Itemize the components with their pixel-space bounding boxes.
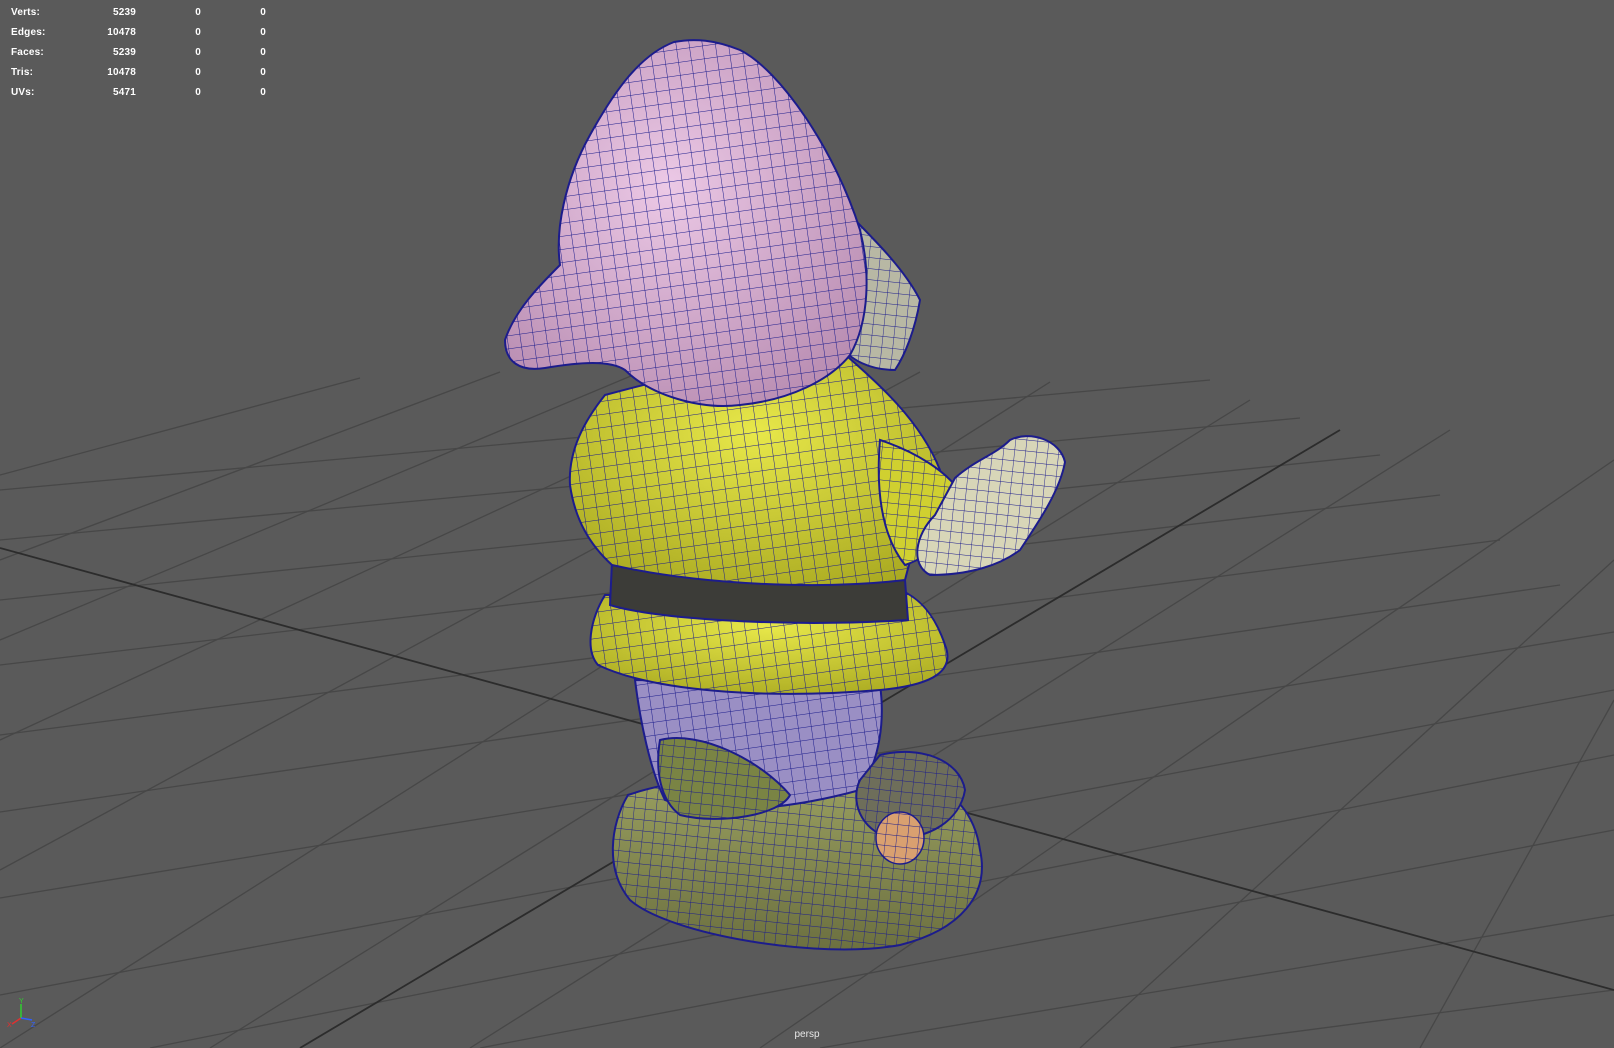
maya-perspective-viewport[interactable]: Verts: 5239 0 0 Edges: 10478 0 0 Faces: …: [0, 0, 1614, 1048]
hud-value: 0: [195, 46, 201, 58]
scene-canvas[interactable]: [0, 0, 1614, 1048]
poly-count-hud: Verts: 5239 0 0 Edges: 10478 0 0 Faces: …: [11, 2, 266, 102]
gnome-model: [503, 39, 1067, 951]
hud-label: Tris:: [11, 66, 34, 78]
hud-label: Verts:: [11, 6, 40, 18]
hud-value: 5239: [112, 6, 136, 18]
hud-label: Faces:: [11, 46, 44, 58]
hud-value: 0: [260, 86, 266, 98]
hud-value: 0: [260, 46, 266, 58]
hud-row-edges: Edges: 10478 0 0: [11, 22, 266, 42]
camera-name-label: persp: [794, 1029, 820, 1040]
hud-value: 0: [195, 26, 201, 38]
hud-value: 5239: [112, 46, 136, 58]
hud-row-uvs: UVs: 5471 0 0: [11, 82, 266, 102]
hud-label: UVs:: [11, 86, 35, 98]
axis-z-line: [20, 1017, 33, 1021]
hud-value: 5471: [112, 86, 136, 98]
hud-row-faces: Faces: 5239 0 0: [11, 42, 266, 62]
hud-row-tris: Tris: 10478 0 0: [11, 62, 266, 82]
hud-value: 0: [260, 26, 266, 38]
axis-z-label: Z: [31, 1022, 36, 1028]
hud-value: 0: [260, 66, 266, 78]
hud-value: 0: [195, 86, 201, 98]
hud-row-verts: Verts: 5239 0 0: [11, 2, 266, 22]
hud-value: 10478: [107, 66, 136, 78]
hud-value: 10478: [107, 26, 136, 38]
hud-value: 0: [195, 66, 201, 78]
hud-value: 0: [260, 6, 266, 18]
hud-value: 0: [195, 6, 201, 18]
hud-label: Edges:: [11, 26, 46, 38]
axis-y-label: Y: [19, 998, 24, 1005]
axis-gizmo-icon: X Y Z: [7, 998, 36, 1028]
axis-x-label: X: [7, 1022, 12, 1028]
axis-x-line: [11, 1017, 22, 1025]
